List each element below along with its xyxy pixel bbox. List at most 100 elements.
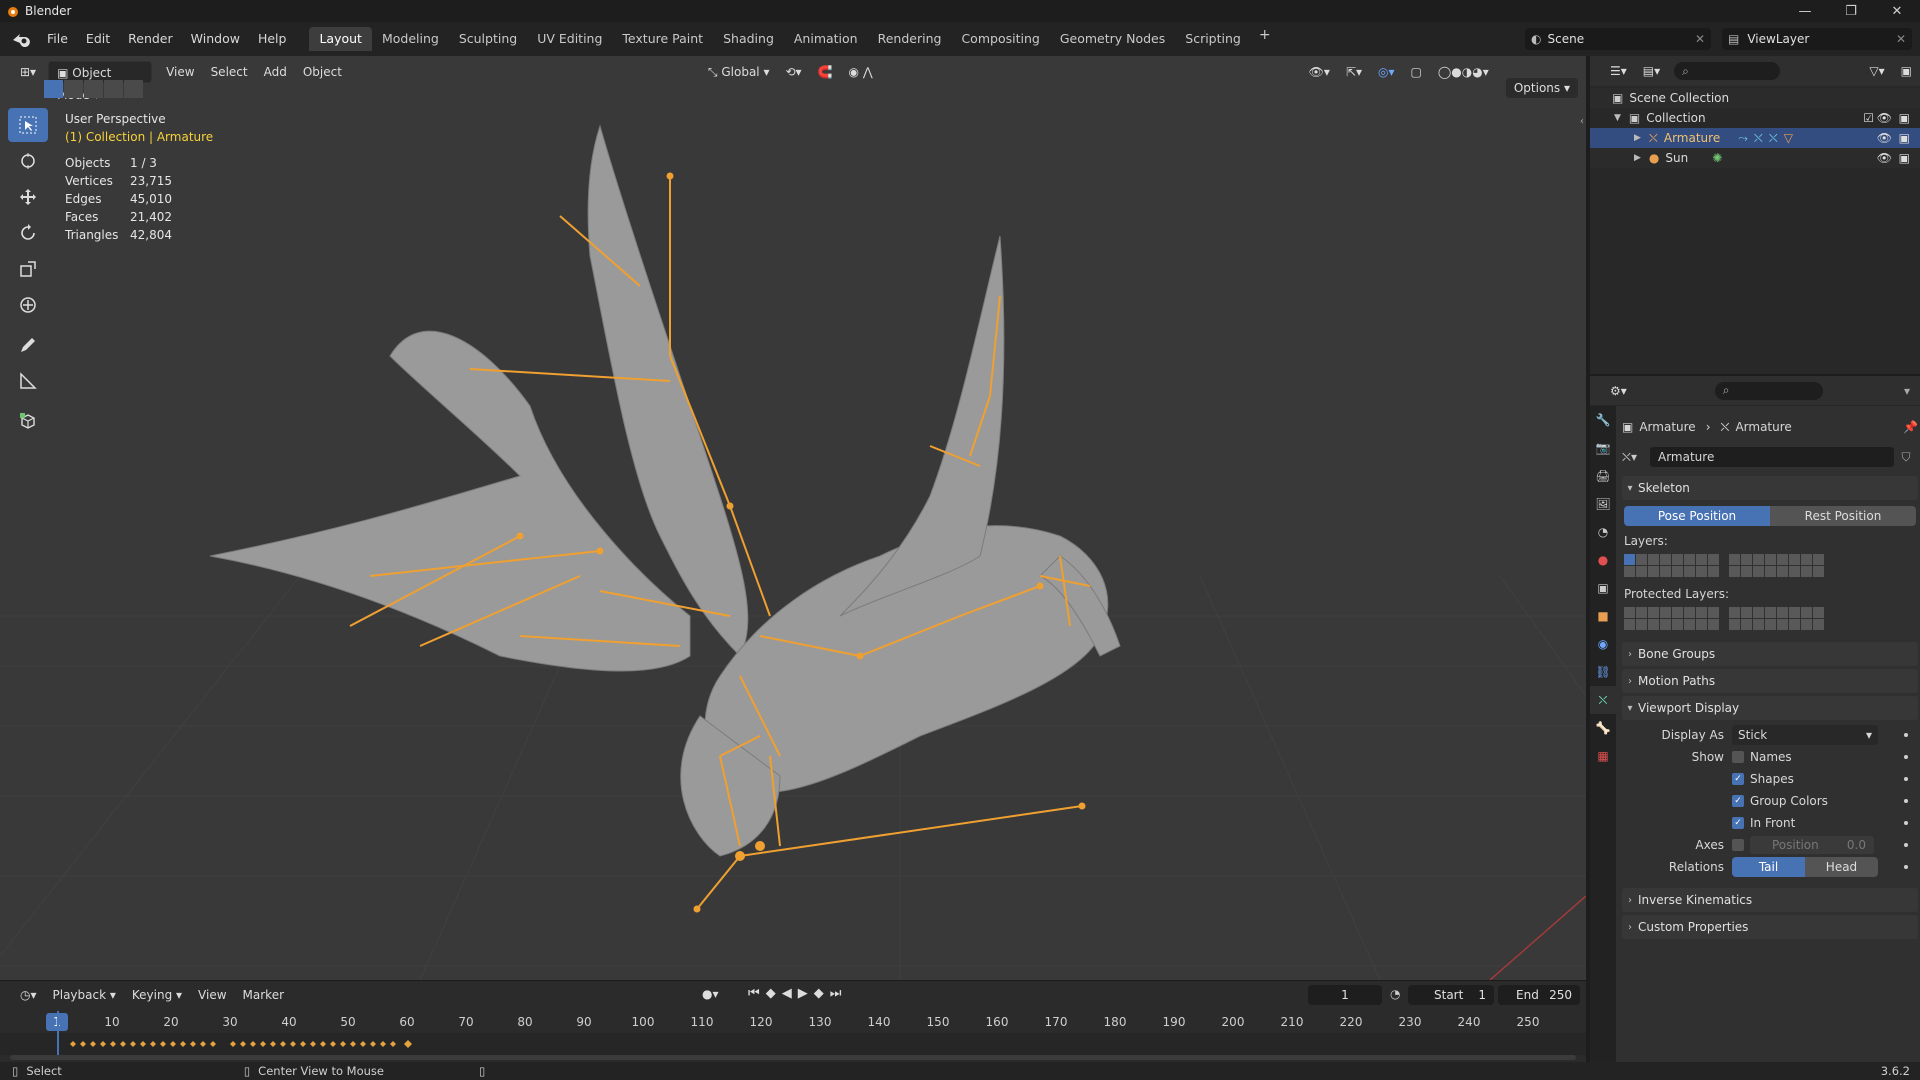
- layer-cell[interactable]: [1684, 607, 1695, 618]
- gizmo-icon[interactable]: ⇱▾: [1338, 61, 1370, 83]
- proportional-editing-icon[interactable]: ◉ ⋀: [841, 61, 881, 83]
- visibility-icon[interactable]: 👁▾: [1301, 61, 1338, 83]
- keyframe-dot[interactable]: [1904, 777, 1908, 781]
- move-tool[interactable]: [8, 180, 48, 214]
- fake-user-shield-icon[interactable]: ⛉: [1894, 450, 1918, 465]
- layer-cell[interactable]: [1753, 619, 1764, 630]
- tab-texture[interactable]: ▦: [1590, 742, 1616, 770]
- layer-cell[interactable]: [1777, 566, 1788, 577]
- menu-keying[interactable]: Keying ▾: [124, 984, 190, 1006]
- outliner-search-input[interactable]: ⌕: [1674, 62, 1781, 80]
- tab-modeling[interactable]: Modeling: [372, 27, 449, 51]
- layer-cell[interactable]: [1753, 554, 1764, 565]
- pose-position-button[interactable]: Pose Position: [1624, 506, 1770, 526]
- select-new-icon[interactable]: [44, 80, 63, 98]
- layer-cell[interactable]: [1708, 554, 1719, 565]
- menu-select[interactable]: Select: [203, 61, 256, 83]
- layer-cell[interactable]: [1729, 619, 1740, 630]
- in-front-checkbox[interactable]: ✓: [1732, 817, 1744, 829]
- layer-cell[interactable]: [1636, 554, 1647, 565]
- layer-cell[interactable]: [1813, 554, 1824, 565]
- data-block-selector[interactable]: ⛌▾ Armature ⛉: [1622, 446, 1918, 468]
- shading-modes[interactable]: ◯●◑◕▾: [1430, 61, 1497, 83]
- layer-cell[interactable]: [1624, 607, 1635, 618]
- layer-cell[interactable]: [1624, 619, 1635, 630]
- pivot-icon[interactable]: ⟲▾: [778, 61, 810, 83]
- layer-cell[interactable]: [1741, 607, 1752, 618]
- xray-icon[interactable]: ▢: [1403, 61, 1430, 83]
- panel-skeleton-header[interactable]: ▾ Skeleton: [1622, 476, 1918, 500]
- rest-position-button[interactable]: Rest Position: [1770, 506, 1916, 526]
- record-icon[interactable]: ●▾: [702, 987, 719, 1001]
- scene-selector[interactable]: ◐ Scene ✕: [1525, 28, 1711, 50]
- tab-animation[interactable]: Animation: [784, 27, 868, 51]
- tab-texture-paint[interactable]: Texture Paint: [612, 27, 713, 51]
- shapes-checkbox[interactable]: ✓: [1732, 773, 1744, 785]
- view-layer-selector[interactable]: ▤ ViewLayer ✕: [1722, 28, 1912, 50]
- layer-cell[interactable]: [1708, 619, 1719, 630]
- tab-bone[interactable]: 🦴: [1590, 714, 1616, 742]
- layer-cell[interactable]: [1765, 607, 1776, 618]
- layer-cell[interactable]: [1729, 554, 1740, 565]
- menu-render[interactable]: Render: [119, 28, 182, 50]
- jump-start-icon[interactable]: ⏮: [748, 986, 766, 1001]
- close-button[interactable]: ✕: [1874, 0, 1920, 22]
- disclosure-triangle-icon[interactable]: ▶: [1634, 133, 1641, 143]
- armature-bones[interactable]: [0, 56, 1586, 980]
- tab-tool[interactable]: 🔧: [1590, 406, 1616, 434]
- layer-cell[interactable]: [1636, 566, 1647, 577]
- cursor-tool[interactable]: [8, 144, 48, 178]
- outliner-row-sun[interactable]: ▶ ● Sun ✺ 👁 ▣: [1590, 148, 1920, 168]
- outliner-row-collection[interactable]: ▼ ▣ Collection ☑ 👁 ▣: [1590, 108, 1920, 128]
- axes-checkbox[interactable]: [1732, 839, 1744, 851]
- transform-orientation-dropdown[interactable]: ⤡ Global ▾: [700, 61, 778, 83]
- remove-view-layer-icon[interactable]: ✕: [1896, 32, 1906, 46]
- keyframe-dot[interactable]: [1904, 821, 1908, 825]
- properties-search-input[interactable]: ⌕: [1714, 381, 1823, 400]
- prev-keyframe-icon[interactable]: ◆: [766, 986, 782, 1001]
- select-subtract-icon[interactable]: [84, 80, 103, 98]
- menu-marker[interactable]: Marker: [235, 984, 292, 1006]
- add-cube-tool[interactable]: [8, 404, 48, 438]
- tab-physics[interactable]: ◉: [1590, 630, 1616, 658]
- menu-playback[interactable]: Playback ▾: [45, 984, 124, 1006]
- measure-tool[interactable]: [8, 364, 48, 398]
- panel-bone-groups-header[interactable]: › Bone Groups: [1622, 642, 1918, 666]
- end-frame-field[interactable]: End 250: [1498, 985, 1580, 1005]
- layer-cell[interactable]: [1672, 607, 1683, 618]
- annotate-tool[interactable]: [8, 328, 48, 362]
- tab-sculpting[interactable]: Sculpting: [449, 27, 527, 51]
- menu-window[interactable]: Window: [182, 28, 249, 50]
- layer-cell[interactable]: [1789, 554, 1800, 565]
- layer-cell[interactable]: [1684, 619, 1695, 630]
- eye-icon[interactable]: 👁: [1877, 131, 1892, 145]
- tab-uv-editing[interactable]: UV Editing: [527, 27, 612, 51]
- options-dropdown[interactable]: Options ▾: [1505, 78, 1578, 98]
- menu-object[interactable]: Object: [295, 61, 350, 83]
- panel-custom-properties-header[interactable]: › Custom Properties: [1622, 915, 1918, 939]
- layer-cell[interactable]: [1789, 566, 1800, 577]
- menu-add[interactable]: Add: [256, 61, 295, 83]
- outliner-editor-type-icon[interactable]: ☰▾: [1602, 60, 1635, 82]
- pin-icon[interactable]: 📌: [1903, 420, 1918, 434]
- keyframes[interactable]: [66, 1033, 426, 1055]
- new-collection-icon[interactable]: ▣: [1893, 60, 1920, 82]
- disclosure-triangle-icon[interactable]: ▶: [1634, 153, 1641, 163]
- stopwatch-icon[interactable]: ◔: [1390, 987, 1400, 1001]
- group-colors-checkbox[interactable]: ✓: [1732, 795, 1744, 807]
- eye-icon[interactable]: 👁: [1877, 151, 1892, 165]
- layer-cell[interactable]: [1696, 554, 1707, 565]
- menu-help[interactable]: Help: [249, 28, 296, 50]
- jump-end-icon[interactable]: ⏭: [830, 986, 848, 1001]
- tab-shading[interactable]: Shading: [713, 27, 784, 51]
- layer-cell[interactable]: [1672, 566, 1683, 577]
- menu-file[interactable]: File: [38, 28, 77, 50]
- layer-cell[interactable]: [1660, 554, 1671, 565]
- keyframe-dot[interactable]: [1904, 799, 1908, 803]
- select-extend-icon[interactable]: [64, 80, 83, 98]
- display-as-dropdown[interactable]: Stick ▾: [1732, 725, 1878, 745]
- tab-armature-data[interactable]: ⛌: [1590, 686, 1616, 714]
- layer-cell[interactable]: [1813, 566, 1824, 577]
- layer-cell[interactable]: [1672, 619, 1683, 630]
- snap-icon[interactable]: 🧲: [810, 61, 841, 83]
